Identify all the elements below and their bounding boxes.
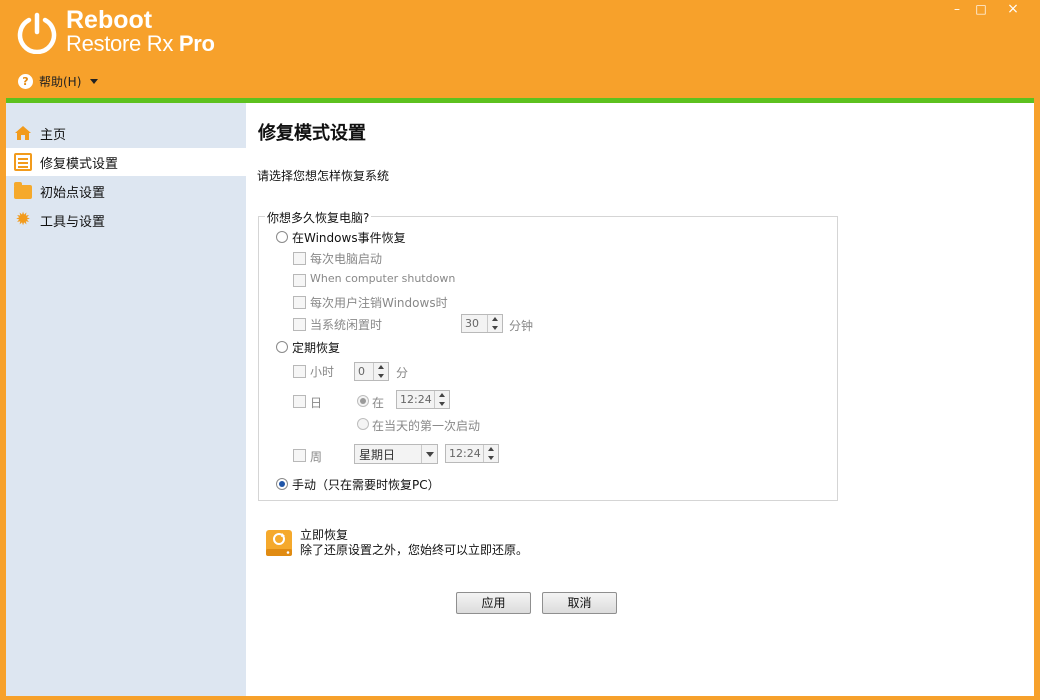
restore-now-description: 除了还原设置之外，您始终可以立即还原。 bbox=[300, 543, 529, 557]
group-label: 你想多久恢复电脑? bbox=[265, 209, 372, 226]
apply-button[interactable]: 应用 bbox=[456, 592, 531, 614]
gear-icon: ✹ bbox=[15, 209, 31, 230]
day-label: 日 bbox=[310, 396, 323, 410]
chevron-down-icon[interactable] bbox=[421, 445, 437, 463]
brand-logo: Reboot Restore Rx Pro bbox=[66, 6, 215, 56]
sidebar-item-label: 工具与设置 bbox=[40, 214, 106, 230]
each-boot-label: 每次电脑启动 bbox=[310, 252, 383, 266]
main-panel: 修复模式设置 请选择您想怎样恢复系统 你想多久恢复电脑? 在Windows事件恢… bbox=[246, 103, 1034, 696]
brand-name: Reboot bbox=[66, 6, 153, 34]
week-time-value: 12:24 bbox=[449, 447, 481, 460]
spin-down-icon[interactable] bbox=[488, 324, 502, 333]
windows-event-label: 在Windows事件恢复 bbox=[292, 231, 406, 245]
list-icon bbox=[14, 153, 32, 171]
restore-drive-icon bbox=[266, 530, 292, 556]
page-title: 修复模式设置 bbox=[258, 123, 366, 144]
page-subtitle: 请选择您想怎样恢复系统 bbox=[257, 169, 390, 183]
each-boot-checkbox[interactable] bbox=[293, 252, 306, 265]
hour-minutes-value: 0 bbox=[358, 365, 365, 378]
spin-down-icon[interactable] bbox=[435, 400, 449, 409]
spin-up-icon[interactable] bbox=[488, 315, 502, 324]
week-day-select[interactable]: 星期日 bbox=[354, 444, 438, 464]
windows-event-radio[interactable] bbox=[276, 231, 288, 243]
idle-minutes-value: 30 bbox=[465, 317, 479, 330]
folder-icon bbox=[14, 182, 32, 199]
sidebar-item-tools[interactable]: ✹ 工具与设置 bbox=[6, 206, 246, 234]
sidebar-item-restore-mode[interactable]: 修复模式设置 bbox=[6, 148, 246, 176]
shutdown-checkbox[interactable] bbox=[293, 274, 306, 287]
help-circle-icon: ? bbox=[18, 74, 33, 89]
periodic-radio[interactable] bbox=[276, 341, 288, 353]
logoff-checkbox[interactable] bbox=[293, 296, 306, 309]
hour-checkbox[interactable] bbox=[293, 365, 306, 378]
maximize-button[interactable]: □ bbox=[972, 2, 990, 16]
day-at-label: 在 bbox=[372, 396, 385, 410]
day-time-value: 12:24 bbox=[400, 393, 432, 406]
manual-label: 手动（只在需要时恢复PC） bbox=[292, 478, 440, 492]
day-first-boot-radio[interactable] bbox=[357, 418, 369, 430]
spin-up-icon[interactable] bbox=[484, 445, 498, 454]
cancel-button[interactable]: 取消 bbox=[542, 592, 617, 614]
sidebar-item-label: 初始点设置 bbox=[40, 185, 106, 201]
week-label: 周 bbox=[310, 450, 323, 464]
sidebar-item-baseline[interactable]: 初始点设置 bbox=[6, 177, 246, 205]
shutdown-label: When computer shutdown bbox=[310, 272, 456, 285]
idle-minutes-stepper[interactable]: 30 bbox=[461, 314, 503, 333]
spin-down-icon[interactable] bbox=[374, 372, 388, 381]
spin-up-icon[interactable] bbox=[374, 363, 388, 372]
title-bar: Reboot Restore Rx Pro – □ × ? 帮助(H) bbox=[0, 0, 1040, 100]
brand-product: Restore Rx Pro bbox=[66, 31, 215, 56]
idle-label: 当系统闲置时 bbox=[310, 318, 383, 332]
chevron-down-icon bbox=[90, 79, 99, 84]
hour-label: 小时 bbox=[310, 365, 335, 379]
hour-minutes-stepper[interactable]: 0 bbox=[354, 362, 389, 381]
day-checkbox[interactable] bbox=[293, 395, 306, 408]
periodic-label: 定期恢复 bbox=[292, 341, 341, 355]
week-time-picker[interactable]: 12:24 bbox=[445, 444, 499, 463]
week-checkbox[interactable] bbox=[293, 449, 306, 462]
idle-checkbox[interactable] bbox=[293, 318, 306, 331]
close-button[interactable]: × bbox=[1004, 2, 1022, 16]
sidebar: 主页 修复模式设置 初始点设置 ✹ 工具与设置 bbox=[6, 103, 246, 696]
logoff-label: 每次用户注销Windows时 bbox=[310, 296, 448, 310]
restore-frequency-group: 你想多久恢复电脑? 在Windows事件恢复 每次电脑启动 When compu… bbox=[258, 209, 838, 501]
day-first-boot-label: 在当天的第一次启动 bbox=[372, 419, 481, 433]
hour-unit-label: 分 bbox=[396, 366, 409, 380]
idle-unit-label: 分钟 bbox=[509, 319, 534, 333]
power-logo-icon bbox=[17, 12, 57, 54]
help-menu[interactable]: ? 帮助(H) bbox=[18, 73, 99, 90]
day-at-radio[interactable] bbox=[357, 395, 369, 407]
home-icon bbox=[15, 126, 31, 140]
sidebar-item-label: 主页 bbox=[40, 127, 67, 143]
brand-edition: Pro bbox=[178, 31, 215, 56]
minimize-button[interactable]: – bbox=[948, 2, 966, 16]
spin-up-icon[interactable] bbox=[435, 391, 449, 400]
spin-down-icon[interactable] bbox=[484, 454, 498, 463]
sidebar-item-label: 修复模式设置 bbox=[40, 156, 119, 172]
day-time-picker[interactable]: 12:24 bbox=[396, 390, 450, 409]
help-menu-label: 帮助(H) bbox=[39, 75, 82, 89]
week-day-value: 星期日 bbox=[359, 447, 396, 462]
manual-radio[interactable] bbox=[276, 478, 288, 490]
sidebar-item-home[interactable]: 主页 bbox=[6, 119, 246, 147]
